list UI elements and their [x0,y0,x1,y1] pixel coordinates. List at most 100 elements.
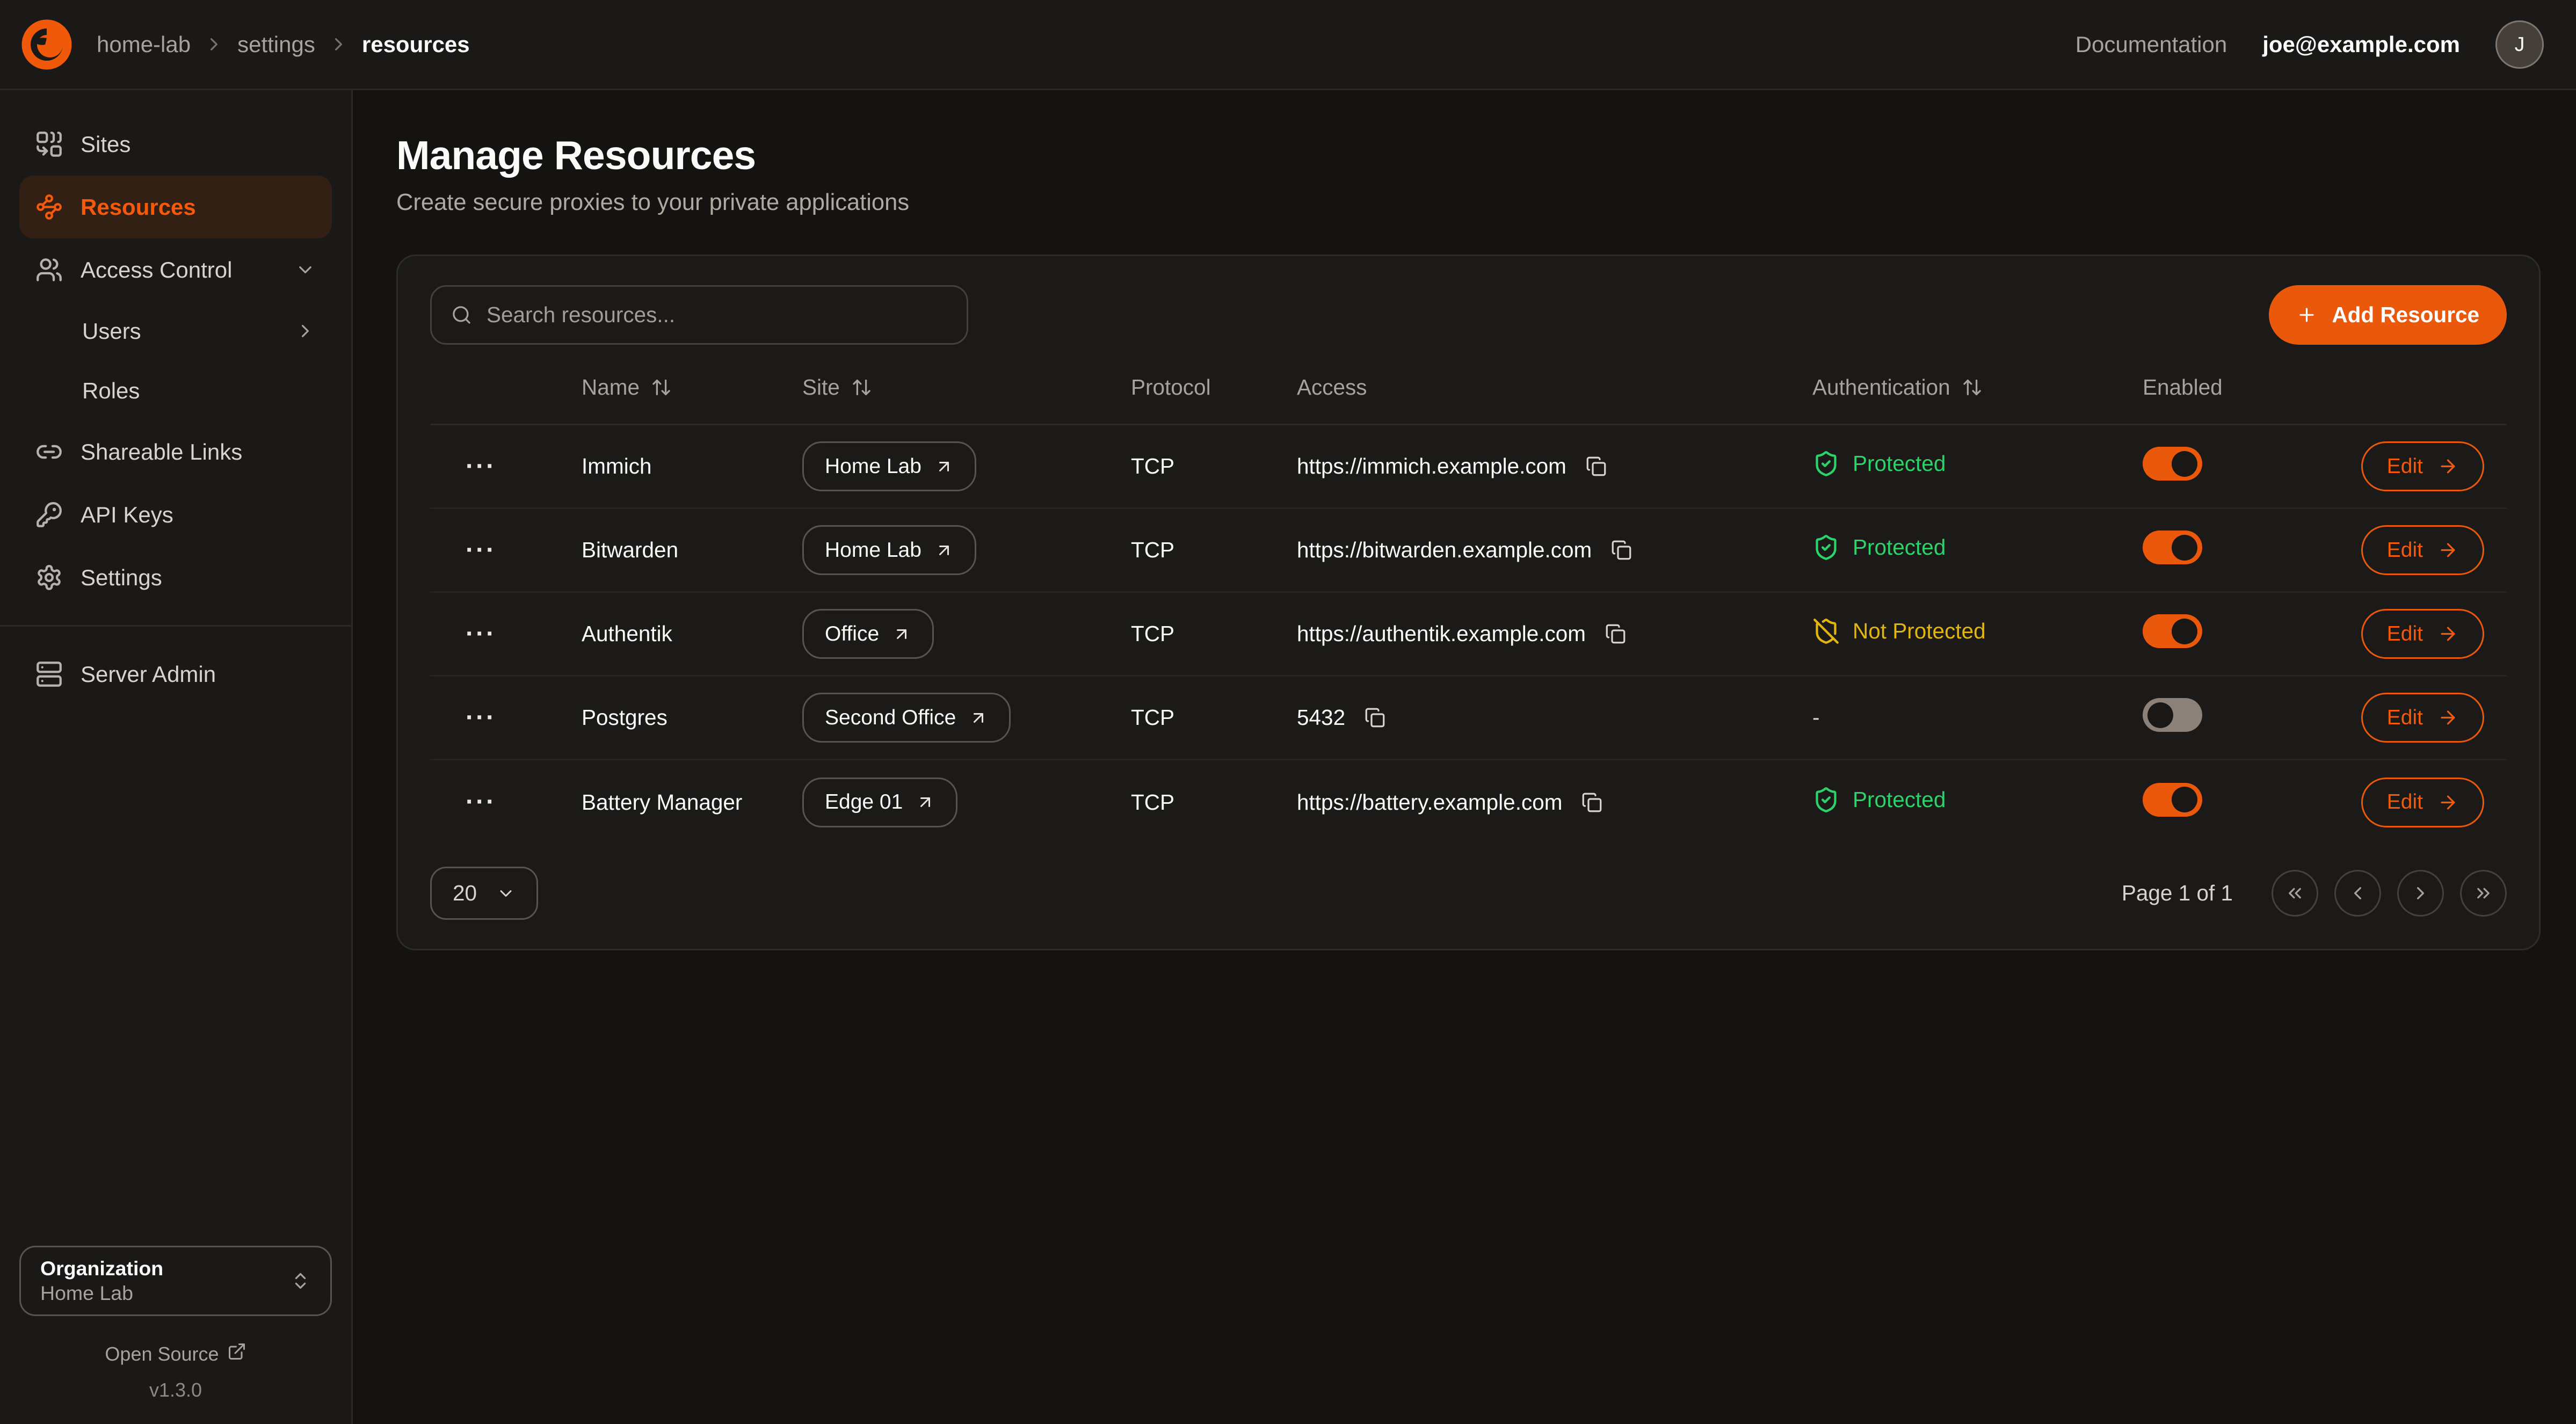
enabled-toggle[interactable] [2143,531,2202,564]
avatar[interactable]: J [2495,20,2544,69]
copy-icon[interactable] [1361,704,1389,731]
organization-selector[interactable]: Organization Home Lab [19,1246,332,1316]
site-link[interactable]: Edge 01 [802,778,957,827]
resource-name: Immich [582,454,802,479]
resources-icon [35,193,63,221]
copy-icon[interactable] [1578,789,1606,816]
chevrons-up-down-icon [290,1270,311,1291]
resource-name: Bitwarden [582,537,802,563]
row-menu-button[interactable]: ··· [456,783,506,822]
organization-value: Home Lab [40,1282,163,1305]
search-box [430,285,968,345]
sort-icon [851,377,872,398]
resource-access: https://bitwarden.example.com [1297,537,1592,563]
auth-badge: Protected [1812,534,1946,561]
app-window: home-lab settings resources Documentatio… [0,0,2576,1424]
search-icon [451,304,472,325]
edit-button[interactable]: Edit [2361,441,2484,491]
edit-button[interactable]: Edit [2361,525,2484,575]
auth-label: Protected [1853,535,1946,560]
site-link[interactable]: Home Lab [802,441,976,491]
column-header-access: Access [1297,375,1812,400]
chevron-right-icon [2410,883,2431,904]
column-header-name[interactable]: Name [582,375,802,400]
table-row: ··· Bitwarden Home Lab TCP https://bitwa… [430,509,2507,593]
page-subtitle: Create secure proxies to your private ap… [396,190,2541,216]
sidebar-item-resources[interactable]: Resources [19,176,332,238]
enabled-toggle[interactable] [2143,783,2202,817]
open-source-link[interactable]: Open Source [19,1342,332,1366]
site-label: Edge 01 [825,790,903,814]
resource-access: 5432 [1297,705,1345,730]
sidebar-item-roles[interactable]: Roles [19,361,332,420]
sidebar-item-server-admin[interactable]: Server Admin [19,643,332,706]
main-content: Manage Resources Create secure proxies t… [353,90,2576,1424]
table-row: ··· Postgres Second Office TCP 5432 - [430,677,2507,760]
edit-label: Edit [2387,790,2423,814]
chevron-left-icon [2347,883,2368,904]
edit-button[interactable]: Edit [2361,778,2484,827]
table-row: ··· Authentik Office TCP https://authent… [430,593,2507,677]
sidebar-item-label: Sites [81,132,130,157]
column-header-site[interactable]: Site [802,375,1131,400]
sidebar-item-sites[interactable]: Sites [19,113,332,176]
sidebar-item-api-keys[interactable]: API Keys [19,483,332,546]
site-link[interactable]: Second Office [802,693,1011,743]
copy-icon[interactable] [1608,536,1635,564]
sidebar-item-users[interactable]: Users [19,301,332,361]
site-link[interactable]: Home Lab [802,525,976,575]
sidebar-item-label: Settings [81,565,162,591]
resource-protocol: TCP [1131,537,1297,563]
copy-icon[interactable] [1602,620,1629,648]
edit-button[interactable]: Edit [2361,609,2484,659]
column-header-protocol: Protocol [1131,375,1297,400]
page-size-select[interactable]: 20 [430,867,538,920]
enabled-toggle[interactable] [2143,614,2202,648]
pagination: 20 Page 1 of 1 [430,867,2507,920]
resource-access: https://authentik.example.com [1297,621,1586,646]
row-menu-button[interactable]: ··· [456,531,506,570]
sidebar-item-settings[interactable]: Settings [19,546,332,609]
sites-icon [35,130,63,158]
column-header-authentication[interactable]: Authentication [1812,375,2143,400]
arrow-right-icon [2437,456,2458,477]
server-icon [35,660,63,688]
table-row: ··· Battery Manager Edge 01 TCP https://… [430,760,2507,844]
breadcrumb-org[interactable]: home-lab [97,32,191,57]
prev-page-button[interactable] [2334,870,2381,917]
sidebar-item-access-control[interactable]: Access Control [19,238,332,301]
sort-icon [651,377,672,398]
site-label: Home Lab [825,539,921,562]
add-resource-button[interactable]: Add Resource [2269,285,2507,345]
last-page-button[interactable] [2460,870,2507,917]
copy-icon[interactable] [1583,453,1610,480]
resource-access: https://immich.example.com [1297,454,1566,479]
enabled-toggle[interactable] [2143,698,2202,732]
sidebar-item-label: Access Control [81,257,232,283]
edit-button[interactable]: Edit [2361,693,2484,743]
first-page-button[interactable] [2272,870,2318,917]
page-info: Page 1 of 1 [2122,881,2233,906]
enabled-toggle[interactable] [2143,447,2202,481]
shield-check-icon [1812,534,1840,561]
pangolin-logo[interactable] [19,17,74,72]
sidebar-item-shareable-links[interactable]: Shareable Links [19,420,332,483]
arrow-up-right-icon [916,793,935,812]
row-menu-button[interactable]: ··· [456,447,506,486]
resources-card: Add Resource Name Site Protocol Acce [396,255,2541,950]
documentation-link[interactable]: Documentation [2076,32,2227,57]
user-email[interactable]: joe@example.com [2262,32,2460,57]
sidebar-item-label: Users [82,318,141,344]
site-link[interactable]: Office [802,609,934,659]
breadcrumb-settings[interactable]: settings [237,32,315,57]
resource-name: Authentik [582,621,802,646]
auth-label: Protected [1853,787,1946,812]
sidebar-divider [0,625,351,627]
sidebar-item-label: API Keys [81,502,173,528]
table-header: Name Site Protocol Access Authentication… [430,351,2507,425]
row-menu-button[interactable]: ··· [456,699,506,737]
row-menu-button[interactable]: ··· [456,615,506,653]
next-page-button[interactable] [2397,870,2444,917]
search-input[interactable] [487,302,947,328]
chevrons-right-icon [2473,883,2494,904]
